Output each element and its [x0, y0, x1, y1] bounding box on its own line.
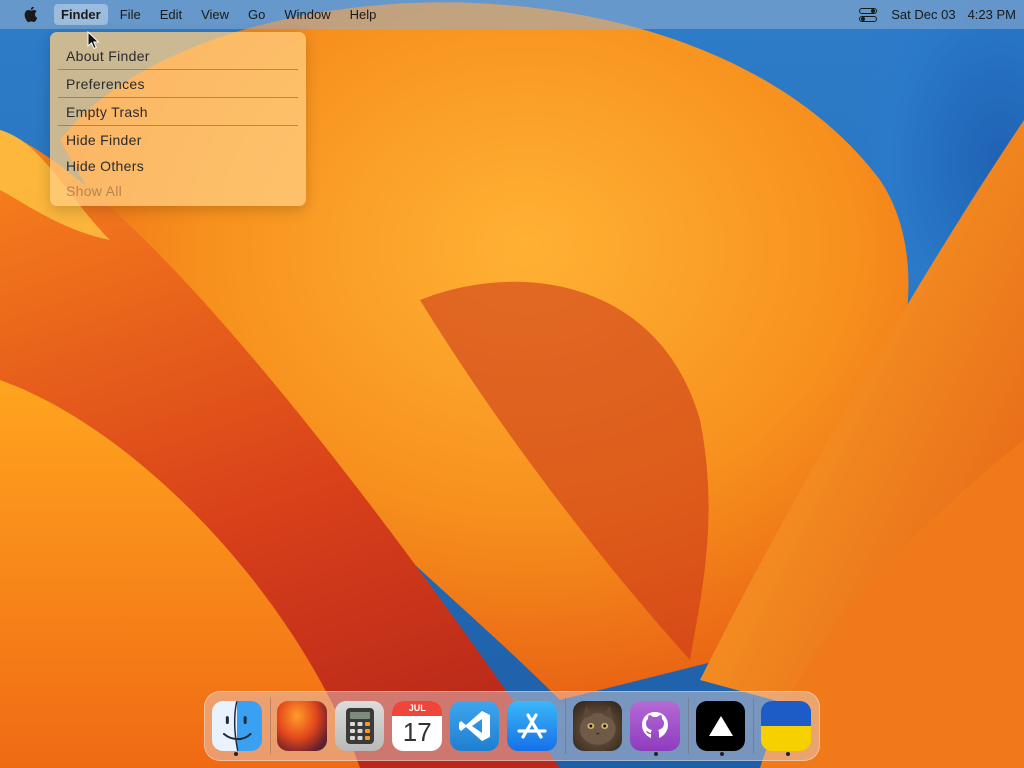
calendar-day: 17: [402, 717, 432, 747]
finder-menu-dropdown: About Finder Preferences Empty Trash Hid…: [50, 32, 306, 206]
menu-file[interactable]: File: [113, 4, 148, 25]
menu-edit[interactable]: Edit: [153, 4, 189, 25]
dock: JUL 17: [204, 691, 820, 761]
menu-go[interactable]: Go: [241, 4, 272, 25]
running-indicator-github: [654, 752, 658, 756]
menu-item-empty-trash[interactable]: Empty Trash: [50, 98, 306, 125]
dock-separator: [269, 698, 271, 754]
app-store-icon[interactable]: [507, 701, 557, 751]
macos-ventura-icon[interactable]: [277, 701, 327, 751]
calendar-icon[interactable]: JUL 17: [392, 701, 442, 751]
dock-separator: [753, 698, 755, 754]
menu-finder[interactable]: Finder: [54, 4, 108, 25]
running-indicator-finder: [234, 752, 238, 756]
menu-item-show-all: Show All: [66, 182, 123, 199]
calendar-month: JUL: [392, 701, 442, 716]
menu-bar: Finder File Edit View Go Window Help Sat…: [0, 0, 1024, 29]
menu-item-hide-others[interactable]: Hide Others: [50, 153, 306, 178]
running-indicator-vercel: [720, 752, 724, 756]
mouse-cursor-icon: [87, 31, 100, 50]
menu-item-preferences[interactable]: Preferences: [50, 70, 306, 97]
ukraine-flag-icon[interactable]: [761, 701, 811, 751]
cat-photo-icon[interactable]: [572, 701, 623, 751]
dock-separator: [564, 698, 566, 754]
control-center-icon[interactable]: [859, 7, 878, 22]
vercel-icon[interactable]: [695, 701, 746, 751]
finder-icon[interactable]: [212, 701, 262, 751]
menu-help[interactable]: Help: [343, 4, 384, 25]
calculator-icon[interactable]: [334, 701, 385, 751]
running-indicator-ukraine: [786, 752, 790, 756]
dock-separator: [687, 698, 689, 754]
vscode-icon[interactable]: [449, 701, 500, 751]
menubar-date[interactable]: Sat Dec 03: [891, 7, 955, 22]
apple-logo-icon[interactable]: [20, 6, 42, 24]
github-icon[interactable]: [630, 701, 680, 751]
menubar-status-area: Sat Dec 03 4:23 PM: [859, 7, 1016, 22]
menu-item-hide-finder[interactable]: Hide Finder: [50, 126, 306, 153]
menu-window[interactable]: Window: [277, 4, 337, 25]
menubar-time[interactable]: 4:23 PM: [968, 7, 1016, 22]
menu-view[interactable]: View: [194, 4, 236, 25]
